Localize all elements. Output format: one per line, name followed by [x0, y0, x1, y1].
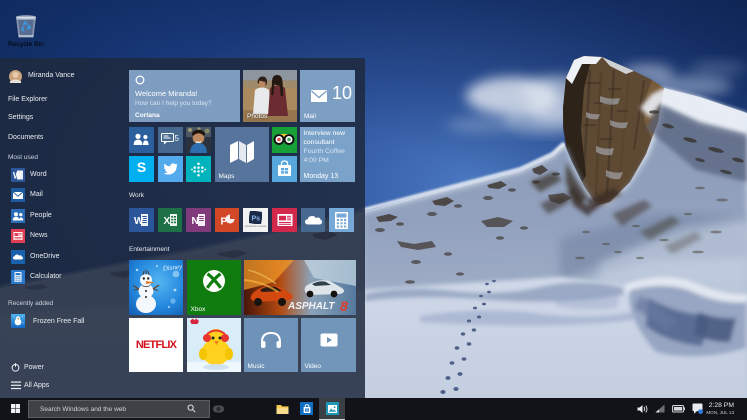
svg-text:W: W	[134, 216, 144, 227]
svg-text:W: W	[13, 171, 22, 181]
svg-text:P: P	[220, 217, 227, 228]
svg-text:Ps: Ps	[251, 216, 260, 223]
svg-text:ASPHALT: ASPHALT	[287, 301, 335, 312]
svg-text:N: N	[192, 216, 199, 227]
svg-text:8: 8	[340, 298, 348, 314]
svg-text:X: X	[163, 216, 170, 227]
